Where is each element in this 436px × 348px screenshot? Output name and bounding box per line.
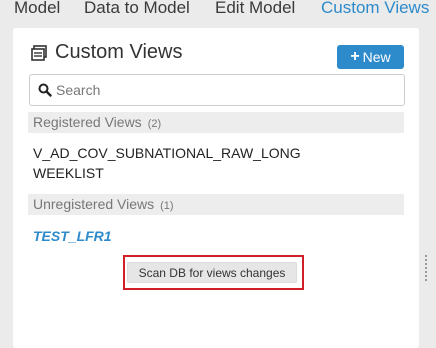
search-icon [38, 83, 52, 97]
new-button-label: New [362, 49, 391, 65]
registered-views-label: Registered Views [33, 114, 142, 130]
panel-title: Custom Views [55, 41, 183, 63]
custom-views-panel: Custom Views + New Registered Views (2) V… [13, 28, 419, 348]
tab-custom-views[interactable]: Custom Views [321, 0, 429, 18]
unregistered-views-header[interactable]: Unregistered Views (1) [28, 194, 404, 215]
list-window-icon [31, 45, 47, 61]
registered-views-count: (2) [147, 118, 162, 130]
search-input[interactable] [56, 79, 396, 101]
registered-view-item[interactable]: V_AD_COV_SUBNATIONAL_RAW_LONG [33, 145, 301, 161]
resize-handle[interactable] [422, 255, 430, 287]
unregistered-view-item[interactable]: TEST_LFR1 [33, 228, 112, 244]
search-box [29, 74, 405, 106]
registered-view-item[interactable]: WEEKLIST [33, 165, 104, 181]
registered-views-header[interactable]: Registered Views (2) [28, 112, 404, 133]
tab-data-to-model[interactable]: Data to Model [84, 0, 190, 18]
tab-model[interactable]: Model [14, 0, 60, 18]
plus-icon: + [350, 48, 360, 65]
scan-db-button[interactable]: Scan DB for views changes [127, 262, 297, 283]
unregistered-views-count: (1) [160, 200, 174, 212]
unregistered-views-label: Unregistered Views [33, 196, 155, 212]
tab-edit-model[interactable]: Edit Model [215, 0, 295, 18]
new-view-button[interactable]: + New [337, 45, 404, 69]
top-tab-bar: Model Data to Model Edit Model Custom Vi… [0, 0, 436, 22]
